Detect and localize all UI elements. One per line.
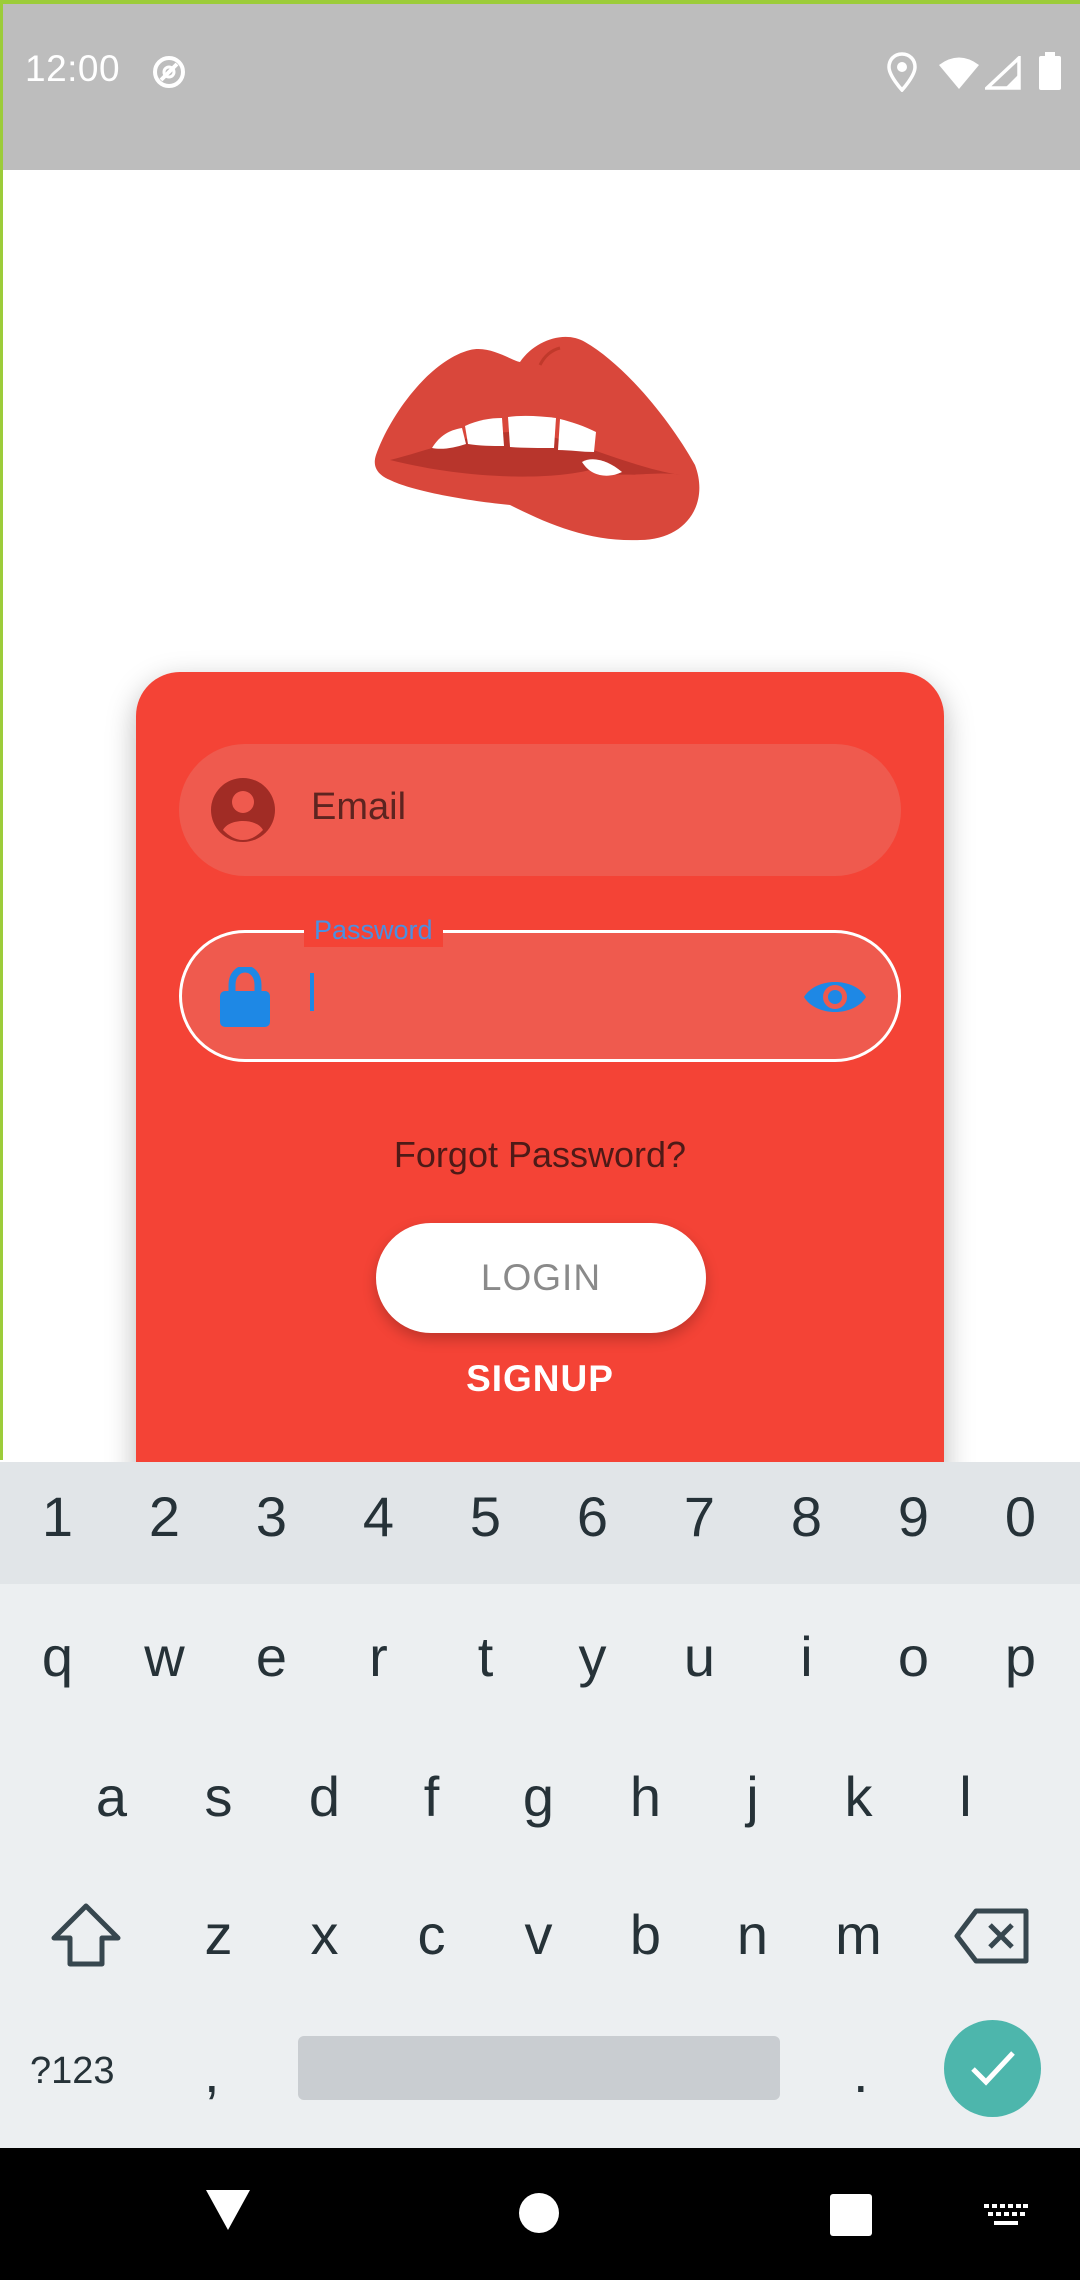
account-circle-icon — [211, 778, 275, 842]
key-x[interactable]: x — [271, 1902, 378, 1967]
signup-button[interactable]: SIGNUP — [136, 1358, 944, 1400]
comma-key[interactable]: , — [204, 2040, 220, 2105]
backspace-icon[interactable] — [954, 1908, 1030, 1964]
login-card: Email Password Forgot Password? LOGIN SI… — [136, 672, 944, 1512]
key-e[interactable]: e — [218, 1624, 325, 1689]
email-field[interactable]: Email — [179, 744, 901, 876]
lock-icon — [220, 967, 270, 1027]
location-icon — [887, 52, 917, 92]
key-q[interactable]: q — [4, 1624, 111, 1689]
key-y[interactable]: y — [539, 1624, 646, 1689]
back-icon[interactable] — [204, 2188, 252, 2232]
key-v[interactable]: v — [485, 1902, 592, 1967]
key-f[interactable]: f — [378, 1764, 485, 1829]
period-key[interactable]: . — [853, 2040, 869, 2105]
sync-icon — [153, 56, 185, 88]
key-p[interactable]: p — [967, 1624, 1074, 1689]
password-field[interactable]: Password — [179, 913, 901, 1062]
battery-icon — [1039, 52, 1061, 90]
done-key[interactable] — [944, 2020, 1041, 2117]
key-w[interactable]: w — [111, 1624, 218, 1689]
key-i[interactable]: i — [753, 1624, 860, 1689]
email-placeholder: Email — [311, 786, 407, 828]
lips-logo — [374, 336, 700, 541]
check-icon — [971, 2051, 1015, 2086]
password-label: Password — [304, 913, 443, 947]
key-r[interactable]: r — [325, 1624, 432, 1689]
login-button[interactable]: LOGIN — [376, 1223, 706, 1333]
visibility-eye-icon[interactable] — [802, 971, 868, 1023]
key-t[interactable]: t — [432, 1624, 539, 1689]
key-0[interactable]: 0 — [967, 1484, 1074, 1549]
key-5[interactable]: 5 — [432, 1484, 539, 1549]
login-screen: 12:00 Email Password Forgot Password? LO… — [0, 0, 1080, 2280]
shift-icon[interactable] — [50, 1902, 122, 1968]
key-3[interactable]: 3 — [218, 1484, 325, 1549]
keyboard-icon[interactable] — [984, 2204, 1028, 2228]
key-2[interactable]: 2 — [111, 1484, 218, 1549]
key-o[interactable]: o — [860, 1624, 967, 1689]
key-m[interactable]: m — [805, 1902, 912, 1967]
key-c[interactable]: c — [378, 1902, 485, 1967]
key-s[interactable]: s — [165, 1764, 272, 1829]
number-row: 1 2 3 4 5 6 7 8 9 0 — [0, 1462, 1080, 1584]
key-8[interactable]: 8 — [753, 1484, 860, 1549]
key-1[interactable]: 1 — [4, 1484, 111, 1549]
space-bar[interactable] — [298, 2036, 780, 2100]
key-7[interactable]: 7 — [646, 1484, 753, 1549]
key-k[interactable]: k — [805, 1764, 912, 1829]
forgot-password-link[interactable]: Forgot Password? — [136, 1134, 944, 1176]
recents-icon[interactable] — [830, 2194, 872, 2236]
key-9[interactable]: 9 — [860, 1484, 967, 1549]
signal-icon — [985, 56, 1021, 90]
key-6[interactable]: 6 — [539, 1484, 646, 1549]
key-z[interactable]: z — [165, 1902, 272, 1967]
status-bar: 12:00 — [0, 0, 1080, 170]
key-a[interactable]: a — [58, 1764, 165, 1829]
status-time: 12:00 — [25, 48, 121, 89]
key-b[interactable]: b — [592, 1902, 699, 1967]
key-4[interactable]: 4 — [325, 1484, 432, 1549]
wifi-icon — [939, 57, 979, 89]
key-u[interactable]: u — [646, 1624, 753, 1689]
soft-keyboard: 1 2 3 4 5 6 7 8 9 0 q w e r t y u i o p … — [0, 1462, 1080, 2148]
text-cursor — [310, 973, 314, 1011]
key-h[interactable]: h — [592, 1764, 699, 1829]
key-g[interactable]: g — [485, 1764, 592, 1829]
navigation-bar — [0, 2148, 1080, 2280]
key-j[interactable]: j — [699, 1764, 806, 1829]
home-icon[interactable] — [518, 2192, 560, 2234]
left-edge — [0, 170, 3, 1460]
password-input[interactable] — [309, 963, 773, 1025]
key-l[interactable]: l — [912, 1764, 1019, 1829]
key-d[interactable]: d — [271, 1764, 378, 1829]
symbols-key[interactable]: ?123 — [30, 2050, 115, 2093]
key-n[interactable]: n — [699, 1902, 806, 1967]
